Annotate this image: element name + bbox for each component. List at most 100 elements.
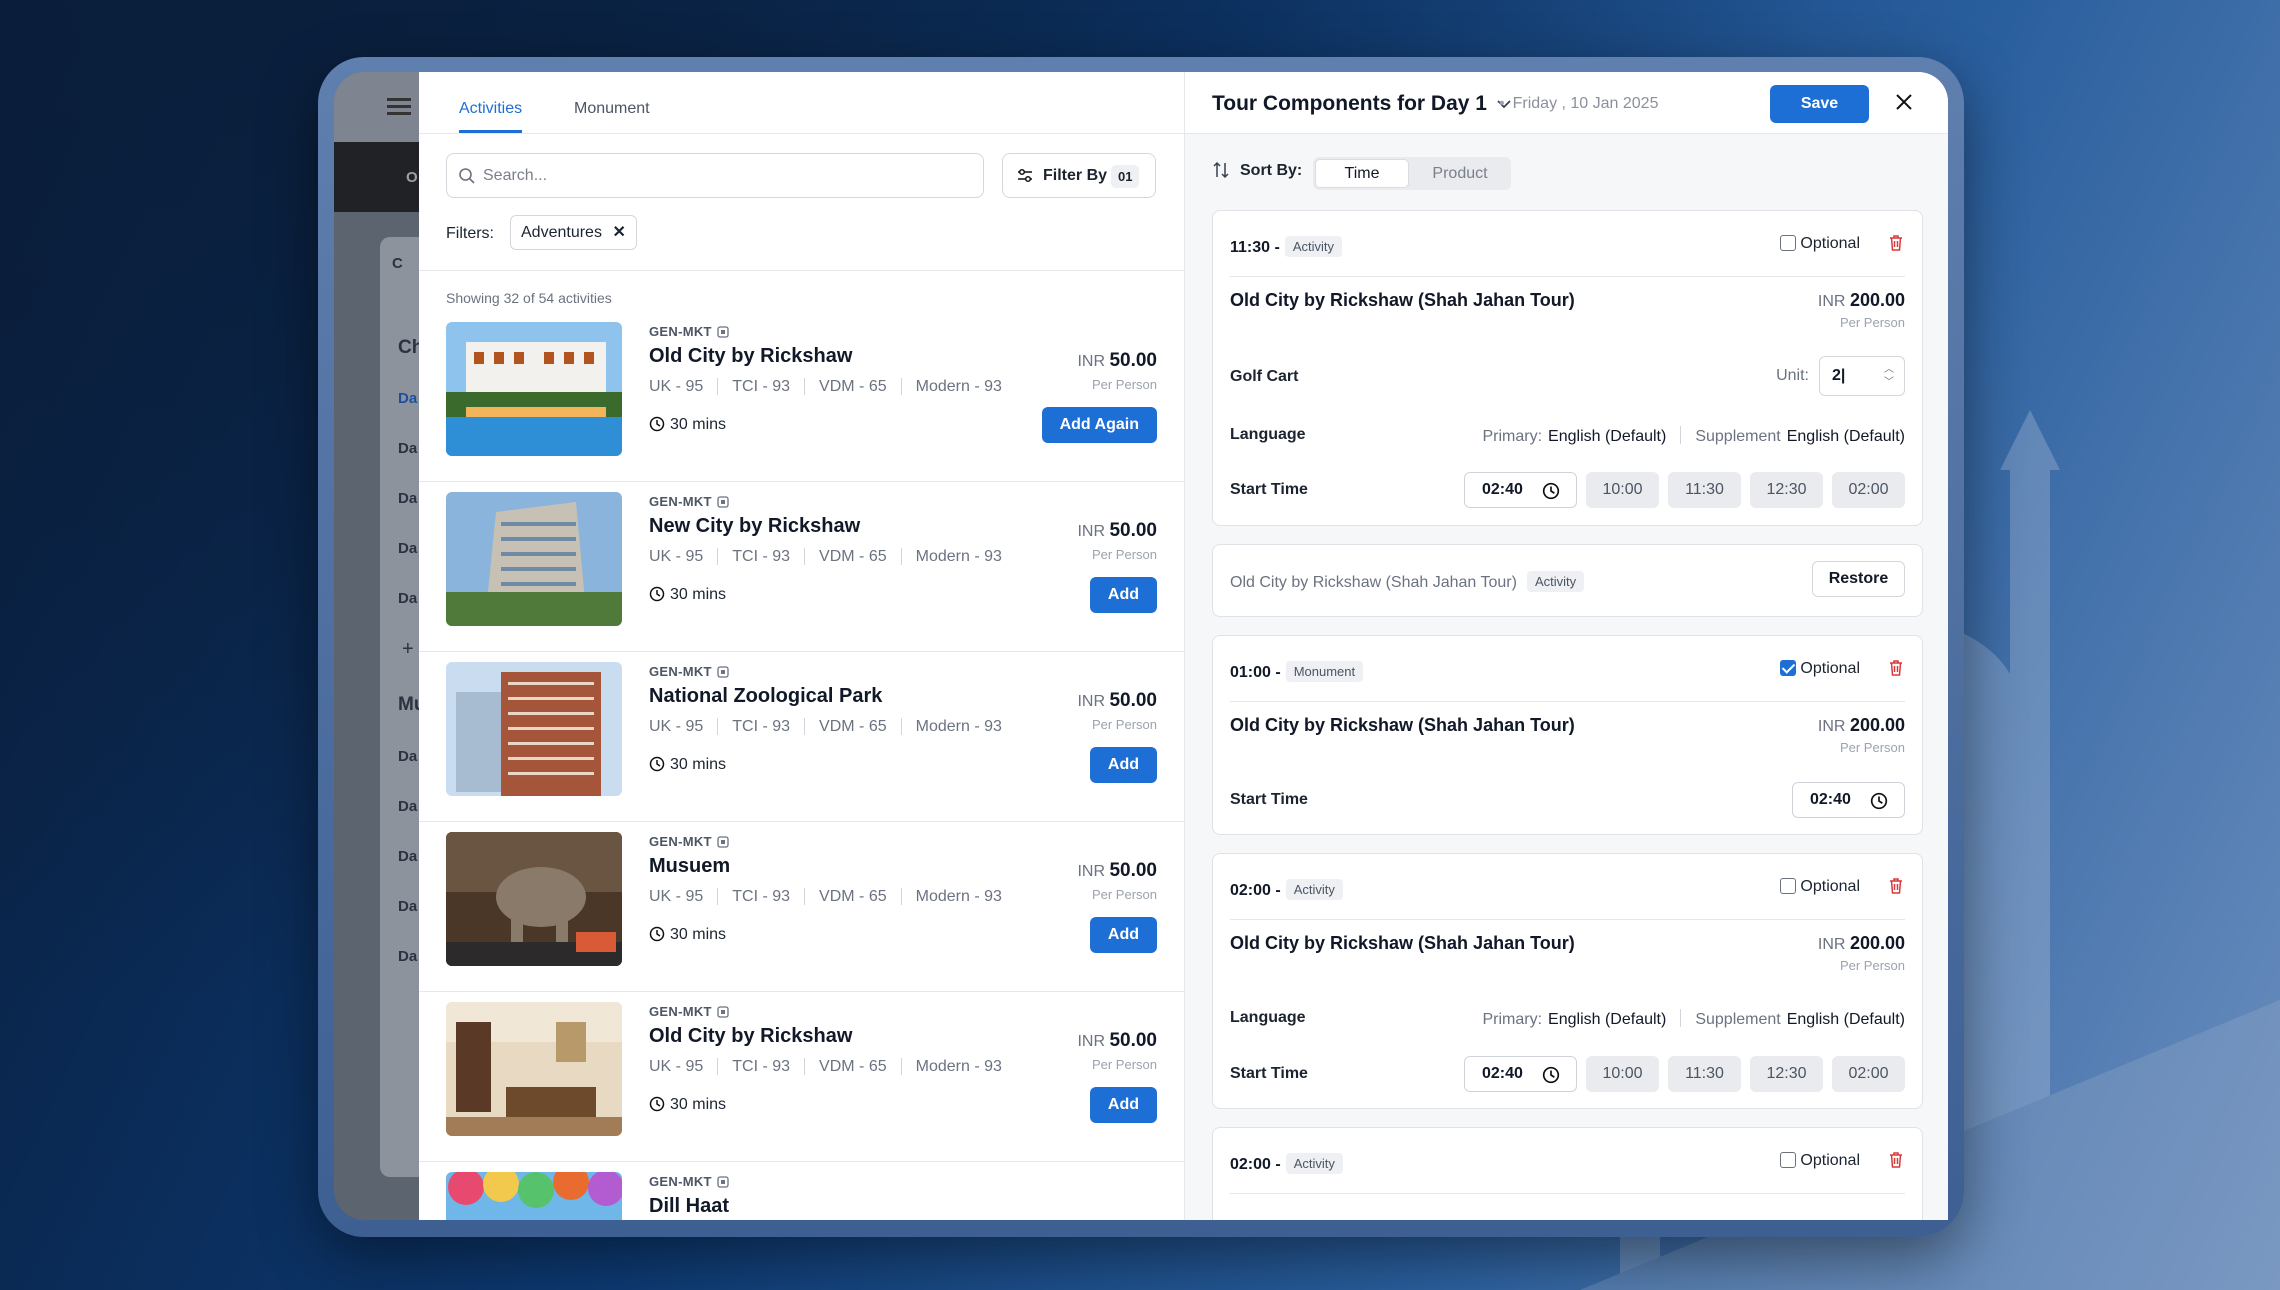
trash-icon[interactable] (1888, 1151, 1904, 1169)
activity-name[interactable]: New City by Rickshaw (649, 515, 860, 538)
tab-activities[interactable]: Activities (459, 100, 523, 133)
removed-component-name: Old City by Rickshaw (Shah Jahan Tour) Ac… (1230, 571, 1585, 592)
sort-option-product[interactable]: Product (1413, 159, 1507, 188)
time-picker[interactable]: 02:40 (1464, 1056, 1577, 1092)
add-button[interactable]: Add (1089, 917, 1157, 953)
unit-stepper[interactable]: 2| ︿ ﹀ (1819, 356, 1905, 396)
copy-icon[interactable] (717, 1006, 729, 1018)
tour-component-card: 01:00 - Monument Optional Old City by Ric… (1212, 635, 1923, 835)
divider (419, 270, 1184, 271)
divider (1230, 1193, 1905, 1194)
copy-icon[interactable] (717, 836, 729, 848)
price-unit: Per Person (1091, 1057, 1157, 1072)
add-button[interactable]: Add (1089, 577, 1157, 613)
activity-price: INR 50.00 (1077, 860, 1157, 881)
optional-checkbox[interactable]: Optional (1780, 878, 1860, 896)
activity-tabs: Activities Monument (419, 72, 1184, 134)
divider (1230, 276, 1905, 277)
time-options: 02:40 10:00 11:30 12:30 02:00 (1464, 472, 1905, 508)
activity-duration: 30 mins (649, 586, 726, 604)
clock-icon (1542, 482, 1560, 500)
activity-name[interactable]: National Zoological Park (649, 685, 882, 708)
close-icon[interactable]: ✕ (613, 216, 626, 249)
clock-icon (1870, 792, 1888, 810)
sort-label: Sort By: (1212, 161, 1302, 180)
activity-code: GEN-MKT (649, 664, 729, 679)
extra-label: Golf Cart (1230, 368, 1299, 385)
component-price: INR 200.00 (1817, 290, 1905, 310)
activity-name[interactable]: Musuem (649, 855, 730, 878)
trash-icon[interactable] (1888, 877, 1904, 895)
filter-chip: Adventures ✕ (510, 215, 637, 250)
clock-icon (1542, 1066, 1560, 1084)
activity-thumbnail (446, 492, 622, 626)
add-button[interactable]: Add (1089, 1087, 1157, 1123)
sliders-icon (1018, 168, 1032, 183)
activities-panel: Activities Monument Search... Filter By … (419, 72, 1184, 1220)
component-type-badge: Monument (1285, 661, 1364, 682)
activity-duration: 30 mins (649, 926, 726, 944)
add-button[interactable]: Add (1089, 747, 1157, 783)
filter-button[interactable]: Filter By 01 (1002, 153, 1156, 198)
activity-price: INR 50.00 (1077, 350, 1157, 371)
copy-icon[interactable] (717, 326, 729, 338)
time-option[interactable]: 11:30 (1668, 472, 1741, 508)
price-unit: Per Person (1091, 887, 1157, 902)
search-input[interactable]: Search... (446, 153, 984, 198)
activity-name[interactable]: Old City by Rickshaw (649, 345, 852, 368)
tour-components-panel: Tour Components for Day 1 Friday , 10 Ja… (1184, 72, 1948, 1220)
removed-component-card: Old City by Rickshaw (Shah Jahan Tour) Ac… (1212, 544, 1923, 617)
copy-icon[interactable] (717, 666, 729, 678)
background-letter: C (392, 255, 403, 272)
panel-title[interactable]: Tour Components for Day 1 (1212, 92, 1511, 116)
filter-chip-label: Adventures (521, 224, 602, 241)
add-again-button[interactable]: Add Again (1041, 407, 1157, 443)
background-letter: O (406, 169, 418, 186)
time-option[interactable]: 12:30 (1750, 472, 1823, 508)
activity-code: GEN-MKT (649, 494, 729, 509)
time-picker[interactable]: 02:40 (1792, 782, 1905, 818)
time-option[interactable]: 10:00 (1586, 1056, 1659, 1092)
optional-checkbox[interactable]: Optional (1780, 660, 1860, 678)
clock-icon (649, 1096, 665, 1112)
background-letter: Da (398, 798, 418, 815)
time-option[interactable]: 02:00 (1832, 1056, 1905, 1092)
activity-ratings: UK - 95 TCI - 93 VDM - 65 Modern - 93 (649, 888, 1002, 905)
close-icon[interactable] (1894, 92, 1914, 112)
time-option[interactable]: 11:30 (1668, 1056, 1741, 1092)
stepper-arrows-icon[interactable]: ︿ ﹀ (1884, 363, 1894, 389)
menu-icon[interactable] (387, 98, 411, 101)
activity-thumbnail (446, 832, 622, 966)
price-unit: Per Person (1091, 547, 1157, 562)
tab-monument[interactable]: Monument (574, 100, 650, 130)
save-button[interactable]: Save (1770, 85, 1869, 123)
time-picker[interactable]: 02:40 (1464, 472, 1577, 508)
optional-checkbox[interactable]: Optional (1780, 1152, 1860, 1170)
component-name: Old City by Rickshaw (Shah Jahan Tour) (1230, 290, 1575, 310)
component-name: Old City by Rickshaw (Shah Jahan Tour) (1230, 933, 1575, 953)
restore-button[interactable]: Restore (1812, 561, 1905, 597)
activity-duration: 30 mins (649, 416, 726, 434)
activity-name[interactable]: Dill Haat (649, 1195, 729, 1218)
filters-label: Filters: (446, 225, 494, 242)
optional-checkbox[interactable]: Optional (1780, 235, 1860, 253)
activity-item: GEN-MKT New City by Rickshaw UK - 95 TCI … (419, 482, 1184, 652)
activity-name[interactable]: Old City by Rickshaw (649, 1025, 852, 1048)
start-time-label: Start Time (1230, 481, 1308, 498)
trash-icon[interactable] (1888, 234, 1904, 252)
activity-code: GEN-MKT (649, 1174, 729, 1189)
price-unit: Per Person (1839, 740, 1905, 755)
activity-price: INR 50.00 (1077, 1030, 1157, 1051)
trash-icon[interactable] (1888, 659, 1904, 677)
copy-icon[interactable] (717, 1176, 729, 1188)
clock-icon (649, 756, 665, 772)
time-option[interactable]: 10:00 (1586, 472, 1659, 508)
time-option[interactable]: 02:00 (1832, 472, 1905, 508)
sort-option-time[interactable]: Time (1315, 159, 1409, 188)
panel-header: Tour Components for Day 1 Friday , 10 Ja… (1185, 72, 1948, 134)
start-time-label: Start Time (1230, 791, 1308, 808)
language-values: Primary: English (Default) Supplement Engli… (1482, 1009, 1905, 1028)
sort-toggle: Time Product (1313, 157, 1511, 190)
copy-icon[interactable] (717, 496, 729, 508)
time-option[interactable]: 12:30 (1750, 1056, 1823, 1092)
